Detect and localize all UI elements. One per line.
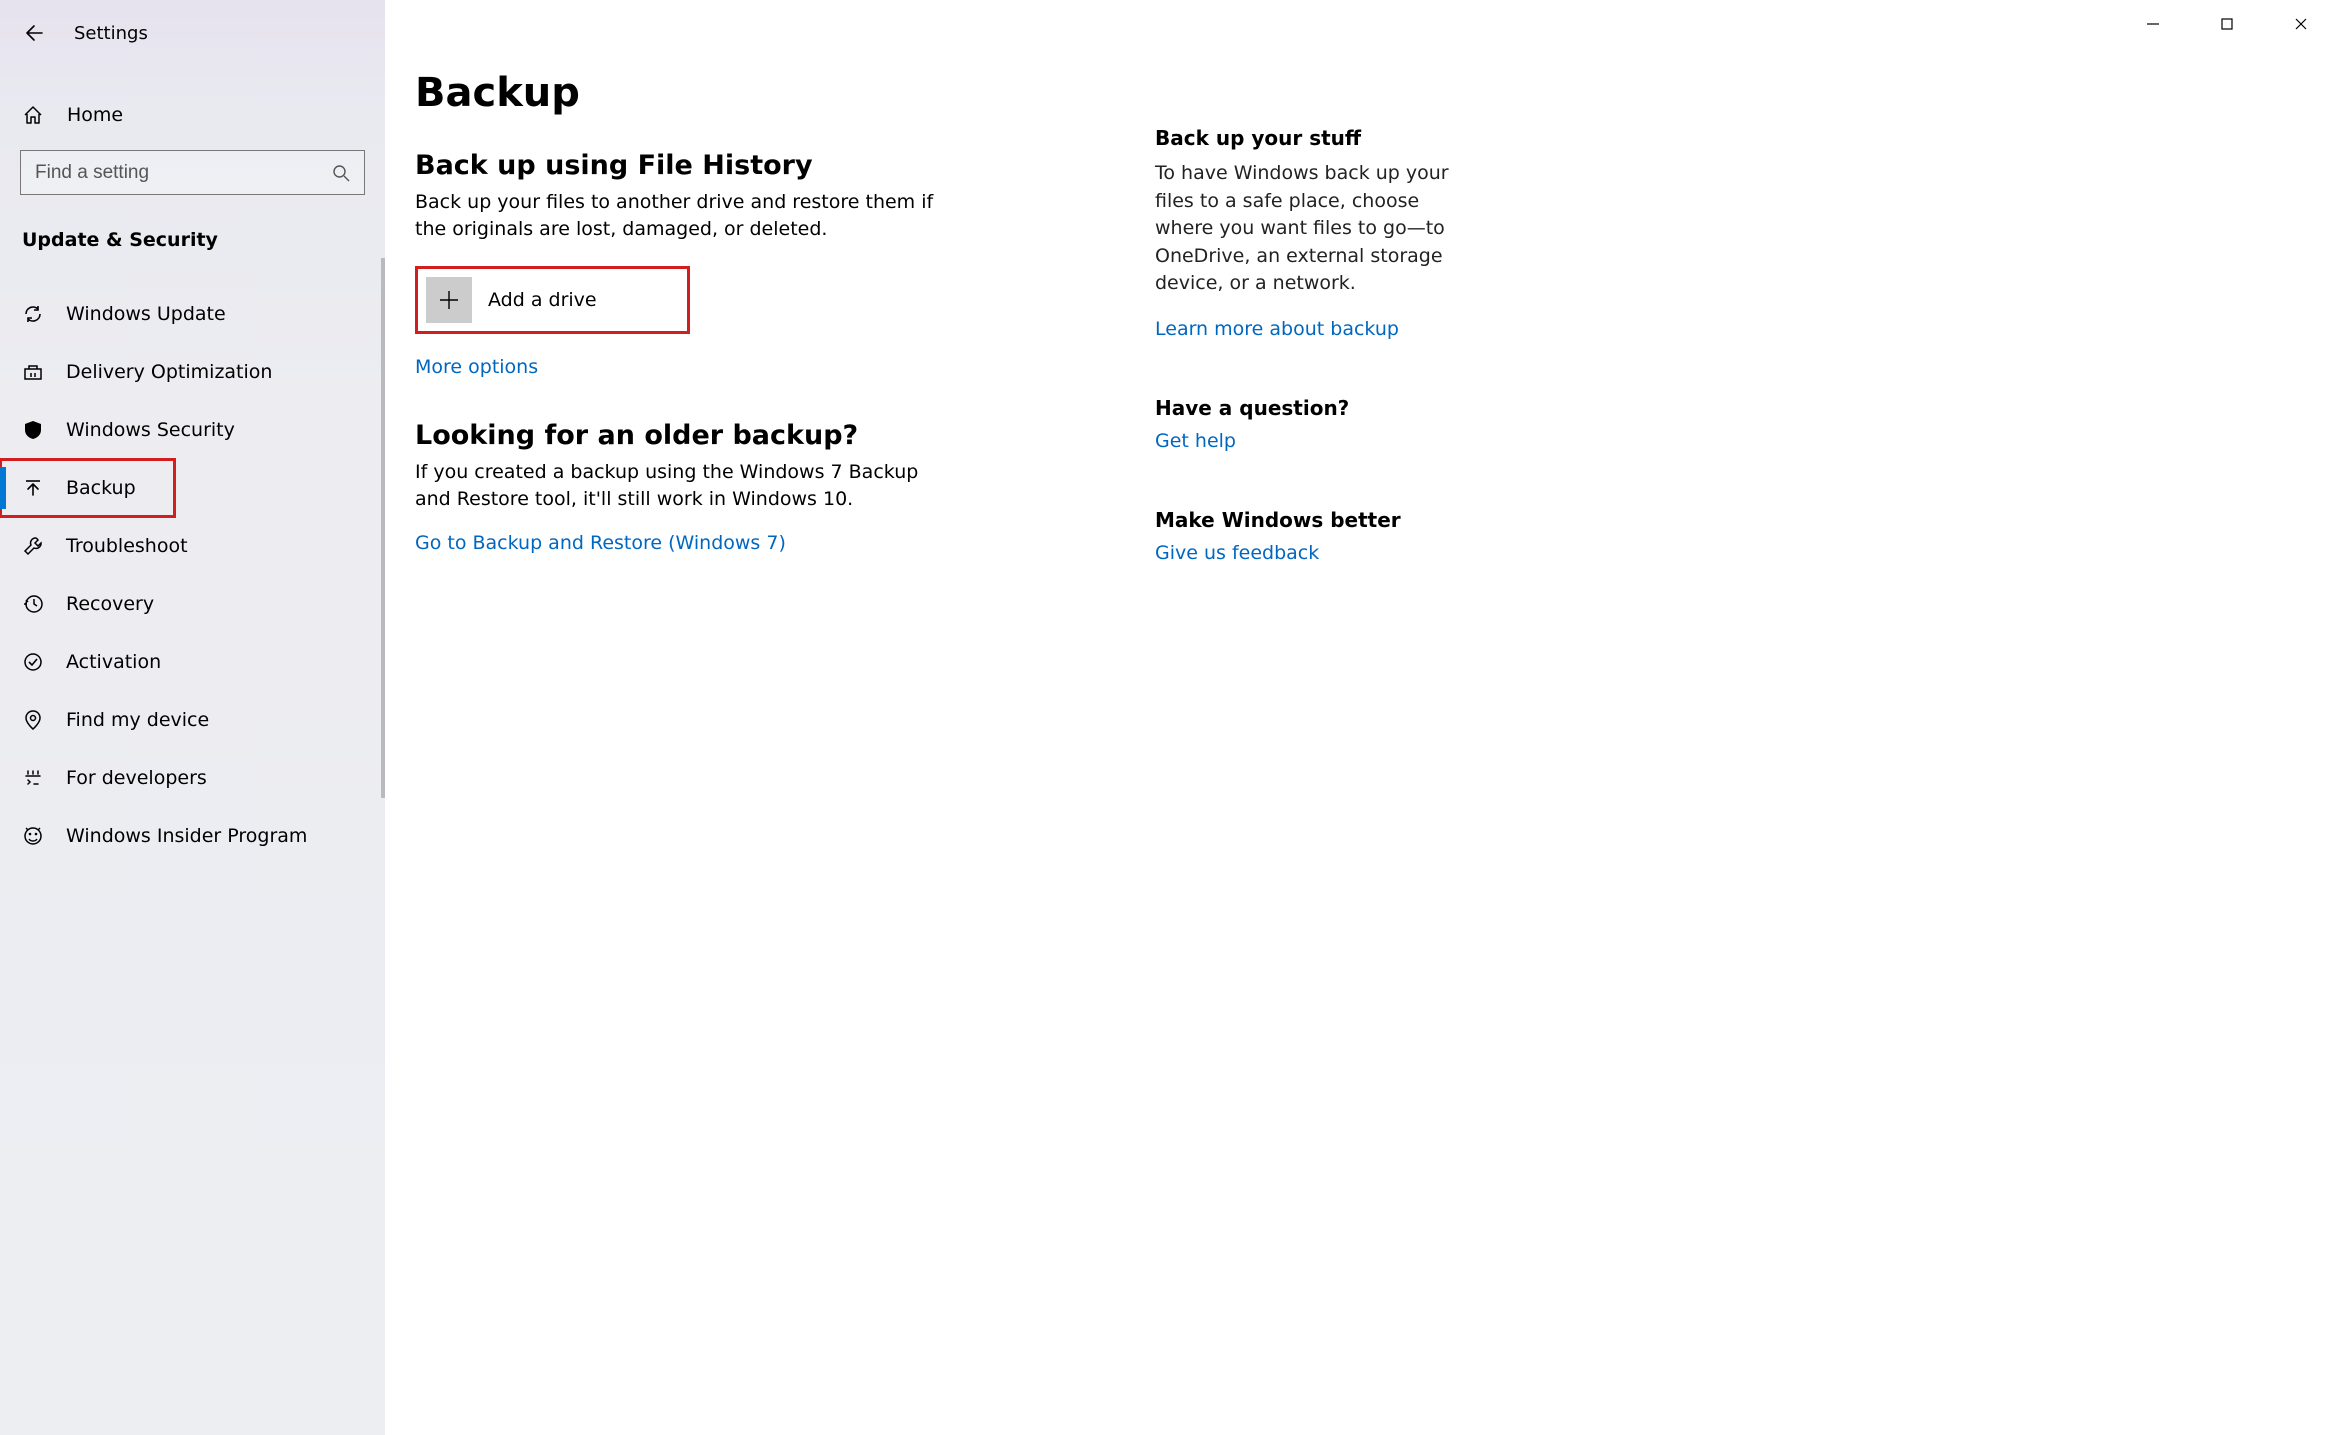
sidebar-home-label: Home (67, 104, 123, 126)
backup-restore-win7-link[interactable]: Go to Backup and Restore (Windows 7) (415, 532, 786, 554)
add-drive-button[interactable] (426, 277, 472, 323)
sidebar-item-label: Recovery (66, 593, 154, 615)
sidebar-item-label: Find my device (66, 709, 209, 731)
wrench-icon (22, 535, 44, 557)
sidebar-item-for-developers[interactable]: For developers (0, 749, 385, 807)
sidebar-item-recovery[interactable]: Recovery (0, 575, 385, 633)
shield-icon (22, 419, 44, 441)
sidebar-home[interactable]: Home (0, 86, 385, 144)
rail-feedback-title: Make Windows better (1155, 508, 1475, 532)
insider-icon (22, 825, 44, 847)
sidebar: Settings Home Update & Security Windows … (0, 0, 385, 1435)
give-feedback-link[interactable]: Give us feedback (1155, 542, 1475, 564)
get-help-link[interactable]: Get help (1155, 430, 1475, 452)
main-content: Backup Back up using File History Back u… (385, 0, 2338, 1435)
section-file-history-desc: Back up your files to another drive and … (415, 189, 955, 242)
home-icon (22, 104, 44, 126)
maximize-button[interactable] (2190, 0, 2264, 48)
back-button[interactable] (20, 20, 46, 46)
sidebar-item-label: Backup (66, 477, 136, 499)
sidebar-item-windows-insider[interactable]: Windows Insider Program (0, 807, 385, 865)
check-circle-icon (22, 651, 44, 673)
sidebar-item-label: Delivery Optimization (66, 361, 272, 383)
delivery-icon (22, 361, 44, 383)
rail-question-title: Have a question? (1155, 396, 1475, 420)
add-drive-label: Add a drive (488, 289, 597, 311)
sidebar-item-delivery-optimization[interactable]: Delivery Optimization (0, 343, 385, 401)
sidebar-item-label: Windows Security (66, 419, 235, 441)
backup-icon (22, 477, 44, 499)
sidebar-item-label: Activation (66, 651, 161, 673)
developers-icon (22, 767, 44, 789)
sidebar-item-find-my-device[interactable]: Find my device (0, 691, 385, 749)
close-button[interactable] (2264, 0, 2338, 48)
window-title: Settings (74, 23, 148, 44)
search-input[interactable] (35, 162, 303, 184)
plus-icon (438, 289, 460, 311)
sidebar-scrollbar[interactable] (381, 258, 385, 798)
add-drive-highlight: Add a drive (415, 266, 690, 334)
location-icon (22, 709, 44, 731)
sidebar-item-windows-update[interactable]: Windows Update (0, 285, 385, 343)
right-rail: Back up your stuff To have Windows back … (1155, 70, 1475, 1435)
history-icon (22, 593, 44, 615)
search-box[interactable] (20, 150, 365, 195)
search-icon (332, 164, 350, 182)
sidebar-item-label: Windows Update (66, 303, 226, 325)
sidebar-category: Update & Security (0, 213, 385, 263)
rail-backup-desc: To have Windows back up your files to a … (1155, 160, 1475, 298)
sidebar-item-label: For developers (66, 767, 207, 789)
minimize-button[interactable] (2116, 0, 2190, 48)
sidebar-item-backup[interactable]: Backup (0, 459, 175, 517)
section-older-backup-desc: If you created a backup using the Window… (415, 459, 955, 512)
page-title: Backup (415, 70, 1055, 116)
sidebar-item-activation[interactable]: Activation (0, 633, 385, 691)
rail-backup-title: Back up your stuff (1155, 126, 1475, 150)
learn-more-backup-link[interactable]: Learn more about backup (1155, 318, 1475, 340)
sidebar-item-troubleshoot[interactable]: Troubleshoot (0, 517, 385, 575)
sidebar-item-label: Windows Insider Program (66, 825, 307, 847)
section-file-history-title: Back up using File History (415, 150, 1055, 181)
section-older-backup-title: Looking for an older backup? (415, 420, 1055, 451)
more-options-link[interactable]: More options (415, 356, 538, 378)
sidebar-item-windows-security[interactable]: Windows Security (0, 401, 385, 459)
sidebar-item-label: Troubleshoot (66, 535, 188, 557)
sync-icon (22, 303, 44, 325)
